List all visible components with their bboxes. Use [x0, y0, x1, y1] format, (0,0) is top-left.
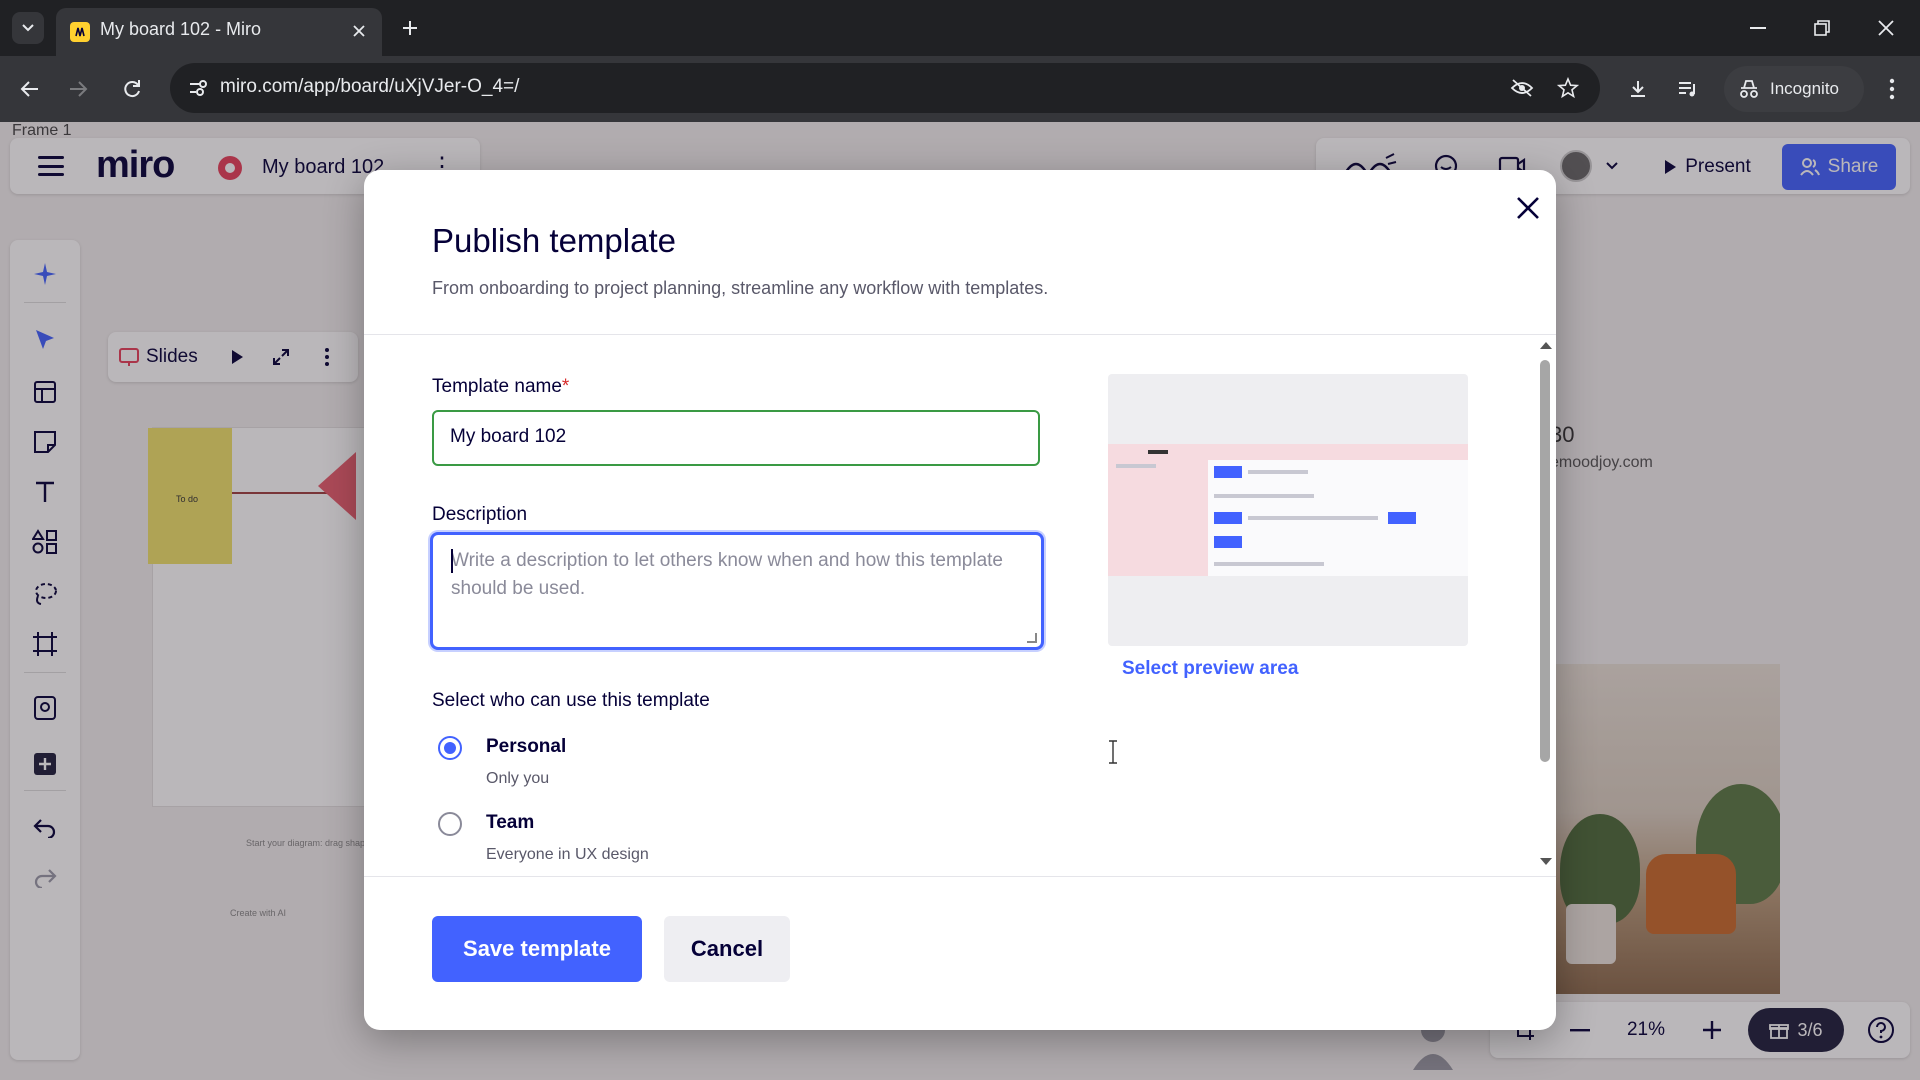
- scrollbar-thumb[interactable]: [1540, 360, 1550, 762]
- description-placeholder: Write a description to let others know w…: [451, 550, 1003, 599]
- tab-close-icon[interactable]: [348, 20, 370, 42]
- resize-handle[interactable]: [1027, 633, 1037, 643]
- window-close-icon[interactable]: [1870, 12, 1902, 44]
- miro-favicon-icon: [70, 22, 90, 42]
- template-name-input[interactable]: My board 102: [432, 410, 1040, 466]
- i-beam-cursor-icon: [1108, 740, 1118, 764]
- modal-title: Publish template: [432, 222, 676, 259]
- audience-label: Select who can use this template: [432, 690, 710, 711]
- cancel-button[interactable]: Cancel: [664, 916, 790, 982]
- address-bar[interactable]: miro.com/app/board/uXjVJer-O_4=/: [170, 63, 1600, 113]
- restore-icon[interactable]: [1806, 12, 1838, 44]
- incognito-label: Incognito: [1770, 79, 1839, 98]
- url-text: miro.com/app/board/uXjVJer-O_4=/: [220, 76, 520, 97]
- preview-line: [1248, 470, 1308, 474]
- modal-header-divider: [364, 334, 1556, 335]
- preview-line: [1248, 516, 1378, 520]
- template-name-label: Template name*: [432, 376, 569, 398]
- browser-menu-icon[interactable]: [1876, 73, 1908, 105]
- close-icon[interactable]: [1508, 188, 1548, 228]
- scroll-up-arrow-icon[interactable]: [1540, 342, 1552, 349]
- preview-block: [1214, 512, 1242, 524]
- publish-template-modal: Publish template From onboarding to proj…: [364, 170, 1556, 1030]
- back-arrow-icon[interactable]: [14, 73, 46, 105]
- text-caret: [451, 549, 453, 573]
- save-template-button[interactable]: Save template: [432, 916, 642, 982]
- preview-line: [1148, 450, 1168, 454]
- tab-title: My board 102 - Miro: [100, 19, 262, 39]
- incognito-badge[interactable]: Incognito: [1724, 66, 1864, 112]
- template-preview-thumbnail[interactable]: [1108, 374, 1468, 646]
- incognito-icon: [1740, 80, 1758, 98]
- preview-line: [1116, 464, 1156, 468]
- download-icon[interactable]: [1622, 73, 1654, 105]
- personal-radio[interactable]: [438, 736, 462, 760]
- select-preview-area-link[interactable]: Select preview area: [1122, 658, 1298, 680]
- description-textarea[interactable]: Write a description to let others know w…: [430, 532, 1044, 650]
- preview-block: [1214, 536, 1242, 548]
- team-option-title[interactable]: Team: [486, 812, 534, 834]
- personal-option-title[interactable]: Personal: [486, 736, 566, 758]
- browser-tab[interactable]: My board 102 - Miro: [56, 8, 382, 56]
- bookmark-star-icon[interactable]: [1552, 72, 1584, 104]
- new-tab-plus-icon[interactable]: [396, 14, 424, 42]
- modal-subtitle: From onboarding to project planning, str…: [432, 278, 1049, 298]
- preview-block: [1214, 466, 1242, 478]
- personal-option-subtitle: Only you: [486, 770, 550, 787]
- chevron-down-icon: [22, 24, 34, 32]
- site-info-icon[interactable]: [182, 72, 214, 104]
- team-radio[interactable]: [438, 812, 462, 836]
- media-queue-icon[interactable]: [1672, 73, 1704, 105]
- browser-tab-strip: My board 102 - Miro: [0, 0, 1920, 56]
- required-mark: *: [561, 376, 570, 397]
- forward-arrow-icon[interactable]: [62, 73, 94, 105]
- tab-search-button[interactable]: [12, 12, 44, 44]
- team-option-subtitle: Everyone in UX design: [486, 846, 649, 863]
- preview-block: [1388, 512, 1416, 524]
- browser-toolbar: miro.com/app/board/uXjVJer-O_4=/ Incogni…: [0, 56, 1920, 122]
- modal-footer-divider: [364, 876, 1556, 877]
- minimize-icon[interactable]: [1742, 12, 1774, 44]
- eye-off-icon[interactable]: [1506, 72, 1538, 104]
- preview-line: [1214, 494, 1314, 498]
- preview-line: [1214, 562, 1324, 566]
- description-label: Description: [432, 504, 528, 525]
- reload-icon[interactable]: [116, 73, 148, 105]
- template-name-label-text: Template name: [432, 376, 562, 397]
- scroll-down-arrow-icon[interactable]: [1540, 858, 1552, 865]
